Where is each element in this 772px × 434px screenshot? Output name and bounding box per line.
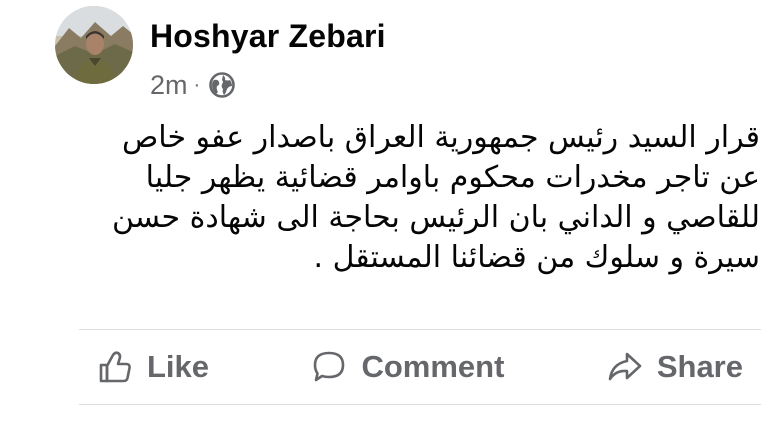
thumbs-up-icon bbox=[99, 351, 131, 383]
facebook-post: Hoshyar Zebari 2m · قرار السيد رئيس جمهو… bbox=[0, 0, 772, 434]
like-label: Like bbox=[147, 349, 210, 384]
separator-dot: · bbox=[193, 73, 201, 96]
bottom-divider bbox=[79, 404, 761, 405]
comment-label: Comment bbox=[361, 349, 505, 384]
author-name[interactable]: Hoshyar Zebari bbox=[150, 18, 386, 55]
post-meta: 2m · bbox=[150, 68, 236, 102]
share-button[interactable]: Share bbox=[589, 337, 761, 397]
timestamp[interactable]: 2m bbox=[150, 70, 188, 101]
avatar-photo bbox=[55, 6, 133, 84]
globe-icon[interactable] bbox=[208, 71, 236, 99]
share-label: Share bbox=[656, 349, 743, 384]
action-bar: Like Comment Share bbox=[79, 330, 761, 404]
post-line-1: قرار السيد رئيس جمهورية العراق باصدار عف… bbox=[122, 120, 760, 155]
post-body: قرار السيد رئيس جمهورية العراق باصدار عف… bbox=[40, 118, 760, 278]
post-line-2: عن تاجر مخدرات محكوم باوامر قضائية يظهر … bbox=[145, 160, 760, 195]
share-arrow-icon bbox=[608, 352, 642, 381]
like-button[interactable]: Like bbox=[79, 337, 227, 397]
post-line-3: للقاصي و الداني بان الرئيس بحاجة الى شها… bbox=[111, 200, 760, 235]
author-avatar[interactable] bbox=[55, 6, 133, 84]
speech-bubble-icon bbox=[314, 351, 345, 382]
comment-button[interactable]: Comment bbox=[293, 337, 522, 397]
post-line-4: سيرة و سلوك من قضائنا المستقل . bbox=[313, 240, 760, 275]
